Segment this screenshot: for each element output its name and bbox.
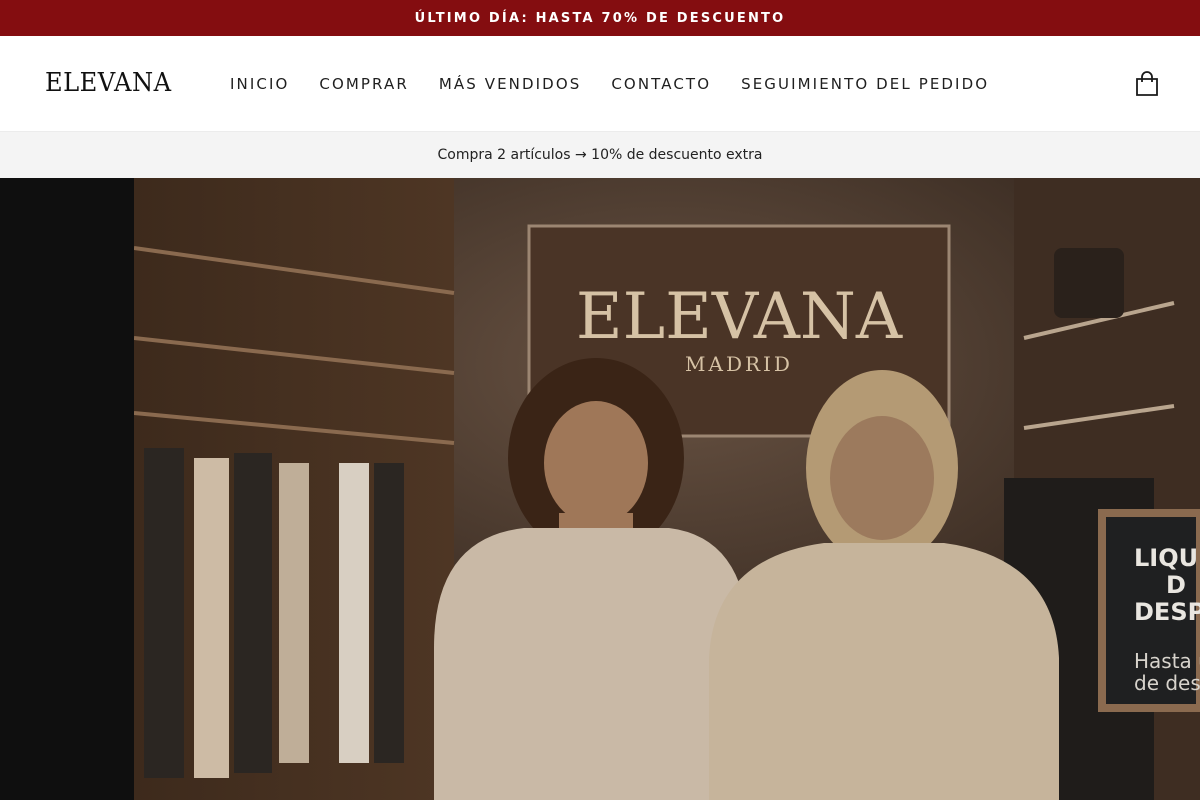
nav-link-inicio[interactable]: INICIO bbox=[230, 75, 289, 93]
announcement-bar: ÚLTIMO DÍA: HASTA 70% DE DESCUENTO bbox=[0, 0, 1200, 36]
brand-logo[interactable]: ELEVANA bbox=[45, 66, 172, 100]
chalkboard-line5: de desc bbox=[1134, 671, 1200, 695]
hero-image: ELEVANA MADRID LIQUID D DESPE Hasta u de… bbox=[134, 178, 1200, 800]
chalkboard-line3: DESPE bbox=[1134, 598, 1200, 626]
nav-link-mas-vendidos[interactable]: MÁS VENDIDOS bbox=[439, 75, 582, 93]
store-scene-illustration: ELEVANA MADRID LIQUID D DESPE Hasta u de… bbox=[134, 178, 1200, 800]
nav-link-contacto[interactable]: CONTACTO bbox=[611, 75, 711, 93]
chalkboard-line2: D bbox=[1166, 571, 1186, 599]
site-header: ELEVANA INICIO COMPRAR MÁS VENDIDOS CONT… bbox=[0, 36, 1200, 131]
store-sign-brand: ELEVANA bbox=[576, 280, 903, 354]
promo-strip: Compra 2 artículos → 10% de descuento ex… bbox=[0, 131, 1200, 178]
store-sign-city: MADRID bbox=[685, 352, 793, 376]
chalkboard-line1: LIQUID bbox=[1134, 544, 1200, 572]
chalkboard-line4: Hasta u bbox=[1134, 649, 1200, 673]
main-nav: INICIO COMPRAR MÁS VENDIDOS CONTACTO SEG… bbox=[230, 36, 989, 131]
nav-link-comprar[interactable]: COMPRAR bbox=[319, 75, 408, 93]
nav-link-seguimiento-pedido[interactable]: SEGUIMIENTO DEL PEDIDO bbox=[741, 75, 989, 93]
hero-banner[interactable]: ELEVANA MADRID LIQUID D DESPE Hasta u de… bbox=[0, 178, 1200, 800]
announcement-text: ÚLTIMO DÍA: HASTA 70% DE DESCUENTO bbox=[414, 10, 786, 26]
cart-button[interactable] bbox=[1133, 69, 1161, 99]
promo-text: Compra 2 artículos → 10% de descuento ex… bbox=[437, 147, 763, 163]
shopping-bag-icon bbox=[1136, 71, 1158, 96]
